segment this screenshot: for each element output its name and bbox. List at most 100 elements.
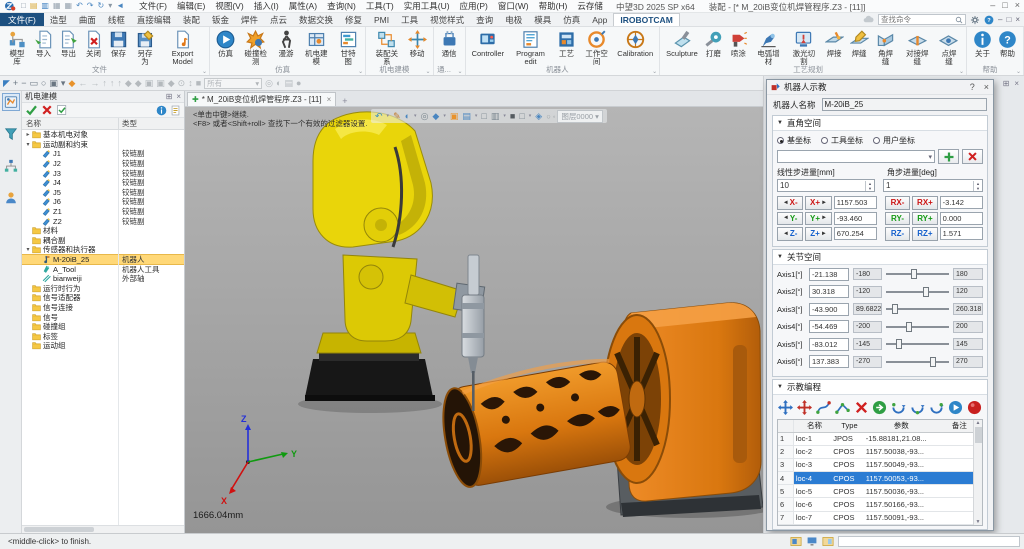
ribbon-button-4-1[interactable]: Program edit — [507, 29, 554, 67]
table-scrollbar[interactable]: ▲▼ — [973, 420, 982, 525]
ribbon-button-6-1[interactable]: ?帮助 — [995, 29, 1020, 59]
slider-thumb[interactable] — [892, 304, 898, 314]
status-input[interactable] — [838, 536, 1020, 547]
ribbon-button-5-8[interactable]: 对接焊缝 — [900, 29, 935, 67]
shaded-mode-icon[interactable]: ◐ — [405, 110, 410, 122]
iso-view-icon[interactable]: ◆ — [432, 110, 439, 122]
slider-thumb[interactable] — [906, 322, 912, 332]
dialog-launcher-icon[interactable]: ⌄ — [652, 68, 657, 75]
teach-cycle-2-button[interactable] — [910, 399, 926, 416]
rotation-value-1[interactable]: 0.000 — [940, 212, 983, 225]
dialog-launcher-icon[interactable]: ⌄ — [1016, 68, 1021, 75]
doc-minimize-button[interactable]: – — [998, 15, 1002, 25]
teach-record-red-button[interactable] — [967, 399, 983, 416]
ribbon-tab-12[interactable]: 视觉样式 — [424, 13, 470, 26]
coord-system-combo[interactable]: ▾ — [777, 150, 935, 163]
chevron-down-icon[interactable]: ▾ — [475, 113, 478, 119]
slider-thumb[interactable] — [923, 287, 929, 297]
pick-circle-icon[interactable]: ○ — [41, 77, 46, 90]
tab-irobotcam[interactable]: IROBOTCAM — [613, 13, 679, 26]
tree-item-运动组[interactable]: 运动组 — [22, 341, 184, 351]
tree-column-name[interactable]: 名称 — [22, 118, 118, 129]
axis-value-input[interactable]: -43.900 — [809, 303, 849, 316]
jog-RY--button[interactable]: RY- — [885, 212, 910, 226]
table-column-header[interactable]: 名称 — [794, 420, 833, 431]
ribbon-tab-7[interactable]: 点云 — [264, 13, 293, 26]
panel-close-icon[interactable]: × — [176, 92, 181, 101]
ribbon-button-4-0[interactable]: Controller — [469, 29, 508, 67]
coord-radio-1[interactable]: 工具坐标 — [821, 135, 863, 146]
pick-rect-icon[interactable]: ▭ — [29, 77, 38, 90]
menu-item-8[interactable]: 应用(P) — [455, 0, 493, 12]
ribbon-button-0-0[interactable]: 模型库 — [3, 29, 31, 67]
chevron-down-icon[interactable]: ▾ — [443, 113, 446, 119]
ribbon-tab-4[interactable]: 装配 — [177, 13, 206, 26]
jog-RZ+-button[interactable]: RZ+ — [912, 227, 937, 241]
qat-dropdown-icon[interactable]: ▾ — [108, 1, 112, 11]
rotation-value-2[interactable]: 1.571 — [940, 227, 983, 240]
ribbon-tab-14[interactable]: 电极 — [499, 13, 528, 26]
teach-point-row-loc-7[interactable]: 7loc-7CPOS1157.50091,-93... — [778, 512, 982, 525]
command-search-input[interactable] — [881, 15, 955, 24]
ribbon-button-0-6[interactable]: Export Model — [159, 29, 206, 67]
ribbon-button-0-2[interactable]: 导出 — [56, 29, 81, 67]
slider-thumb[interactable] — [911, 269, 917, 279]
ribbon-tab-1[interactable]: 曲面 — [73, 13, 102, 26]
axis-slider[interactable] — [886, 356, 949, 368]
axis-value-input[interactable]: 137.383 — [809, 355, 849, 368]
menu-item-10[interactable]: 帮助(H) — [534, 0, 573, 12]
new-doc-icon[interactable]: □ — [21, 1, 26, 11]
doc-restore-button[interactable]: □ — [1006, 15, 1011, 25]
jog-Z--button[interactable]: ◄Z- — [777, 227, 803, 241]
ribbon-button-2-1[interactable]: 移动 — [405, 29, 430, 67]
coord-radio-0[interactable]: 基坐标 — [777, 135, 811, 146]
save-file-icon[interactable]: ▥ — [41, 1, 49, 11]
pick-minus-icon[interactable]: − — [21, 77, 26, 90]
doc-close-button[interactable]: × — [1015, 15, 1020, 25]
ribbon-button-4-4[interactable]: Calibration — [614, 29, 656, 67]
chevron-down-icon[interactable]: ▾ — [529, 113, 532, 119]
jog-RZ--button[interactable]: RZ- — [885, 227, 910, 241]
teach-move-blue-button[interactable] — [777, 399, 793, 416]
axis-value-input[interactable]: -83.012 — [809, 338, 849, 351]
section-cartesian-header[interactable]: ▼直角空间 — [773, 116, 987, 131]
chevron-down-icon[interactable]: ▾ — [503, 113, 506, 119]
jog-RY+-button[interactable]: RY+ — [912, 212, 937, 226]
entity-filter-combo[interactable]: 所有▾ — [204, 78, 262, 89]
jog-Y+-button[interactable]: Y+► — [805, 212, 831, 226]
jog-X--button[interactable]: ◄X- — [777, 196, 803, 210]
layer-manager-icon[interactable]: ▣ — [450, 110, 459, 122]
jog-X+-button[interactable]: X+► — [805, 196, 831, 210]
jog-Y--button[interactable]: ◄Y- — [777, 212, 803, 226]
cartesian-value-1[interactable]: -93.460 — [834, 212, 877, 225]
teach-line-path-button[interactable] — [834, 399, 850, 416]
tree-column-type[interactable]: 类型 — [118, 118, 184, 129]
ribbon-button-5-1[interactable]: 打磨 — [701, 29, 726, 67]
teach-play-blue-button[interactable] — [948, 399, 964, 416]
jog-RX--button[interactable]: RX- — [885, 196, 910, 210]
ribbon-tab-16[interactable]: 仿真 — [557, 13, 586, 26]
teach-step-green-button[interactable] — [872, 399, 888, 416]
ribbon-tab-15[interactable]: 模具 — [528, 13, 557, 26]
teach-point-row-loc-6[interactable]: 6loc-6CPOS1157.50166,-93... — [778, 498, 982, 511]
axis-slider[interactable] — [886, 286, 949, 298]
menu-item-9[interactable]: 窗口(W) — [493, 0, 534, 12]
document-tab[interactable]: ✚ * M_20iB变位机焊管程序.Z3 - [11] × — [187, 92, 336, 106]
print-icon[interactable]: ▦ — [53, 1, 61, 11]
cartesian-value-2[interactable]: 670.254 — [834, 227, 877, 240]
pick-dropdown-icon[interactable]: ▾ — [61, 77, 66, 90]
teach-cycle-3-button[interactable] — [929, 399, 945, 416]
ribbon-button-6-0[interactable]: 关于 — [970, 29, 995, 59]
cancel-x-icon[interactable] — [41, 104, 53, 116]
axis-slider[interactable] — [886, 338, 949, 350]
ribbon-button-5-9[interactable]: 点焊缝 — [935, 29, 963, 67]
expand-arrow-icon[interactable]: ▾ — [24, 246, 32, 253]
dialog-help-button[interactable]: ? — [970, 82, 975, 92]
entity-cube-icon[interactable]: ◆ — [68, 77, 75, 90]
ribbon-button-5-7[interactable]: 角焊缝 — [872, 29, 900, 67]
ribbon-tab-11[interactable]: 工具 — [395, 13, 424, 26]
dialog-launcher-icon[interactable]: ⌄ — [358, 68, 363, 75]
monitor-icon[interactable] — [806, 536, 818, 547]
confirm-check-icon[interactable] — [25, 104, 38, 116]
dock-pin-icon[interactable]: ⊞ — [1003, 79, 1010, 88]
